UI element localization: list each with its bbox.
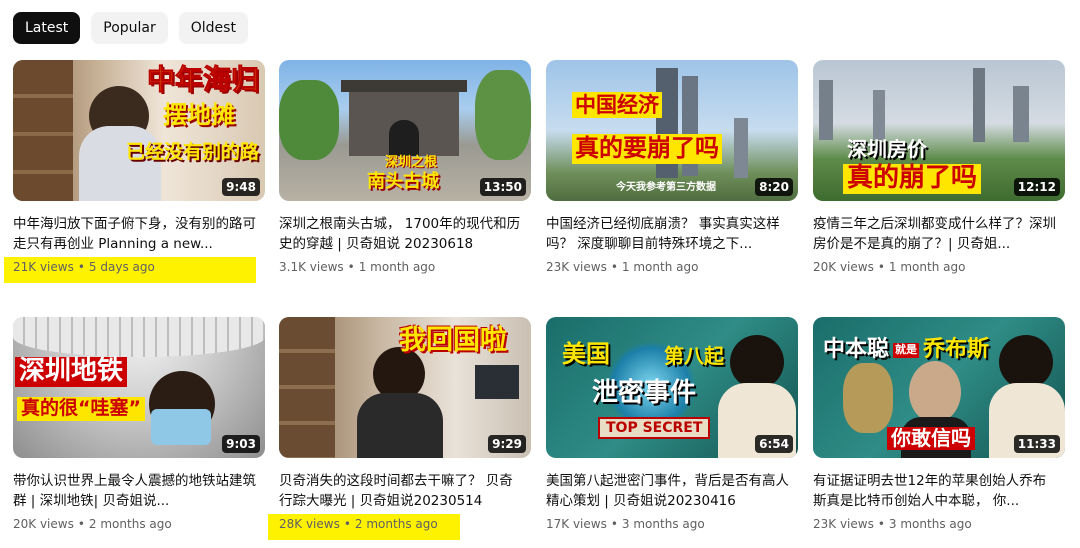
video-meta: 21K views • 5 days ago — [13, 260, 155, 274]
thumbnail-caption: 泄密事件 — [592, 378, 697, 408]
upload-age: 2 months ago — [88, 517, 172, 531]
video-meta: 20K views • 2 months ago — [13, 517, 172, 531]
video-duration: 6:54 — [755, 435, 793, 453]
view-count: 20K views — [813, 260, 874, 274]
upload-age: 1 month ago — [621, 260, 699, 274]
thumbnail-caption: 中国经济 — [572, 92, 662, 119]
video-title[interactable]: 疫情三年之后深圳都变成什么样了？深圳房价是不是真的崩了？| 贝奇姐... — [813, 214, 1065, 254]
upload-age: 1 month ago — [888, 260, 966, 274]
video-thumbnail[interactable]: 我回国啦 9:29 — [279, 317, 531, 458]
video-meta: 3.1K views • 1 month ago — [279, 260, 436, 274]
video-title[interactable]: 深圳之根南头古城， 1700年的现代和历史的穿越 | 贝奇姐说 20230618 — [279, 214, 531, 254]
video-thumbnail[interactable]: 中本聪 就是 乔布斯 你敢信吗 11:33 — [813, 317, 1065, 458]
video-title[interactable]: 带你认识世界上最令人震撼的地铁站建筑群 | 深圳地铁| 贝奇姐说... — [13, 471, 265, 511]
thumbnail-caption: 深圳地铁 — [15, 356, 128, 387]
thumbnail-caption: 深圳房价 — [847, 137, 927, 161]
video-title[interactable]: 美国第八起泄密门事件，背后是否有高人精心策划 | 贝奇姐说20230416 — [546, 471, 798, 511]
thumbnail-caption: 中本聪 — [823, 337, 890, 362]
upload-age: 3 months ago — [888, 517, 972, 531]
video-thumbnail[interactable]: 深圳之根 南头古城 13:50 — [279, 60, 531, 201]
upload-age: 2 months ago — [354, 517, 438, 531]
video-meta: 17K views • 3 months ago — [546, 517, 705, 531]
video-thumbnail[interactable]: 美国 第八起 泄密事件 TOP SECRET 6:54 — [546, 317, 798, 458]
video-duration: 8:20 — [755, 178, 793, 196]
thumbnail-caption: 真的崩了吗 — [843, 163, 982, 194]
video-card[interactable]: 我回国啦 9:29 贝奇消失的这段时间都去干嘛了？ 贝奇行踪大曝光 | 贝奇姐说… — [279, 317, 531, 533]
upload-age: 3 months ago — [621, 517, 705, 531]
thumbnail-caption: 南头古城 — [367, 171, 439, 192]
video-card[interactable]: 深圳房价 真的崩了吗 12:12 疫情三年之后深圳都变成什么样了？深圳房价是不是… — [813, 60, 1065, 276]
video-thumbnail[interactable]: 深圳房价 真的崩了吗 12:12 — [813, 60, 1065, 201]
video-duration: 9:29 — [488, 435, 526, 453]
thumbnail-caption: 我回国啦 — [399, 325, 507, 356]
video-card[interactable]: 深圳地铁 真的很“哇塞” 9:03 带你认识世界上最令人震撼的地铁站建筑群 | … — [13, 317, 265, 533]
video-thumbnail[interactable]: 深圳地铁 真的很“哇塞” 9:03 — [13, 317, 265, 458]
view-count: 23K views — [546, 260, 607, 274]
thumbnail-caption: 你敢信吗 — [887, 427, 975, 450]
thumbnail-caption: 今天我参考第三方数据 — [616, 182, 716, 193]
chip-oldest[interactable]: Oldest — [178, 12, 248, 44]
thumbnail-caption: 深圳之根 — [385, 155, 438, 170]
video-card[interactable]: 中国经济 真的要崩了吗 今天我参考第三方数据 8:20 中国经济已经彻底崩溃？ … — [546, 60, 798, 276]
sort-chips: Latest Popular Oldest — [13, 12, 248, 44]
video-card[interactable]: 中本聪 就是 乔布斯 你敢信吗 11:33 有证据证明去世12年的苹果创始人乔布… — [813, 317, 1065, 533]
thumbnail-caption: 摆地摊 — [163, 101, 235, 129]
chip-latest[interactable]: Latest — [13, 12, 81, 44]
video-card[interactable]: 中年海归 摆地摊 已经没有别的路 9:48 中年海归放下面子俯下身，没有别的路可… — [13, 60, 265, 276]
video-duration: 11:33 — [1013, 435, 1060, 453]
video-title[interactable]: 有证据证明去世12年的苹果创始人乔布斯真是比特币创始人中本聪， 你... — [813, 471, 1065, 511]
video-duration: 12:12 — [1013, 178, 1060, 196]
upload-age: 5 days ago — [88, 260, 155, 274]
video-duration: 13:50 — [479, 178, 526, 196]
thumbnail-caption: 中年海归 — [146, 63, 259, 96]
video-thumbnail[interactable]: 中年海归 摆地摊 已经没有别的路 9:48 — [13, 60, 265, 201]
view-count: 28K views — [279, 517, 340, 531]
video-title[interactable]: 贝奇消失的这段时间都去干嘛了？ 贝奇行踪大曝光 | 贝奇姐说20230514 — [279, 471, 531, 511]
video-duration: 9:48 — [222, 178, 260, 196]
view-count: 3.1K views — [279, 260, 344, 274]
video-thumbnail[interactable]: 中国经济 真的要崩了吗 今天我参考第三方数据 8:20 — [546, 60, 798, 201]
video-title[interactable]: 中国经济已经彻底崩溃？ 事实真实这样吗？ 深度聊聊目前特殊环境之下... — [546, 214, 798, 254]
upload-age: 1 month ago — [358, 260, 436, 274]
view-count: 23K views — [813, 517, 874, 531]
view-count: 21K views — [13, 260, 74, 274]
video-duration: 9:03 — [222, 435, 260, 453]
thumbnail-caption: 真的要崩了吗 — [572, 134, 722, 164]
video-title[interactable]: 中年海归放下面子俯下身，没有别的路可走只有再创业 Planning a new.… — [13, 214, 265, 254]
thumbnail-caption: 美国 — [562, 340, 610, 368]
thumbnail-caption: 已经没有别的路 — [125, 141, 259, 163]
video-meta: 23K views • 3 months ago — [813, 517, 972, 531]
thumbnail-caption: TOP SECRET — [598, 417, 711, 440]
thumbnail-caption: 就是 — [893, 343, 919, 358]
thumbnail-caption: 第八起 — [664, 344, 724, 368]
chip-popular[interactable]: Popular — [91, 12, 168, 44]
video-meta: 28K views • 2 months ago — [279, 517, 438, 531]
thumbnail-caption: 乔布斯 — [923, 337, 990, 362]
video-card[interactable]: 深圳之根 南头古城 13:50 深圳之根南头古城， 1700年的现代和历史的穿越… — [279, 60, 531, 276]
view-count: 17K views — [546, 517, 607, 531]
view-count: 20K views — [13, 517, 74, 531]
video-meta: 23K views • 1 month ago — [546, 260, 699, 274]
thumbnail-caption: 真的很“哇塞” — [17, 397, 145, 421]
video-meta: 20K views • 1 month ago — [813, 260, 966, 274]
video-card[interactable]: 美国 第八起 泄密事件 TOP SECRET 6:54 美国第八起泄密门事件，背… — [546, 317, 798, 533]
